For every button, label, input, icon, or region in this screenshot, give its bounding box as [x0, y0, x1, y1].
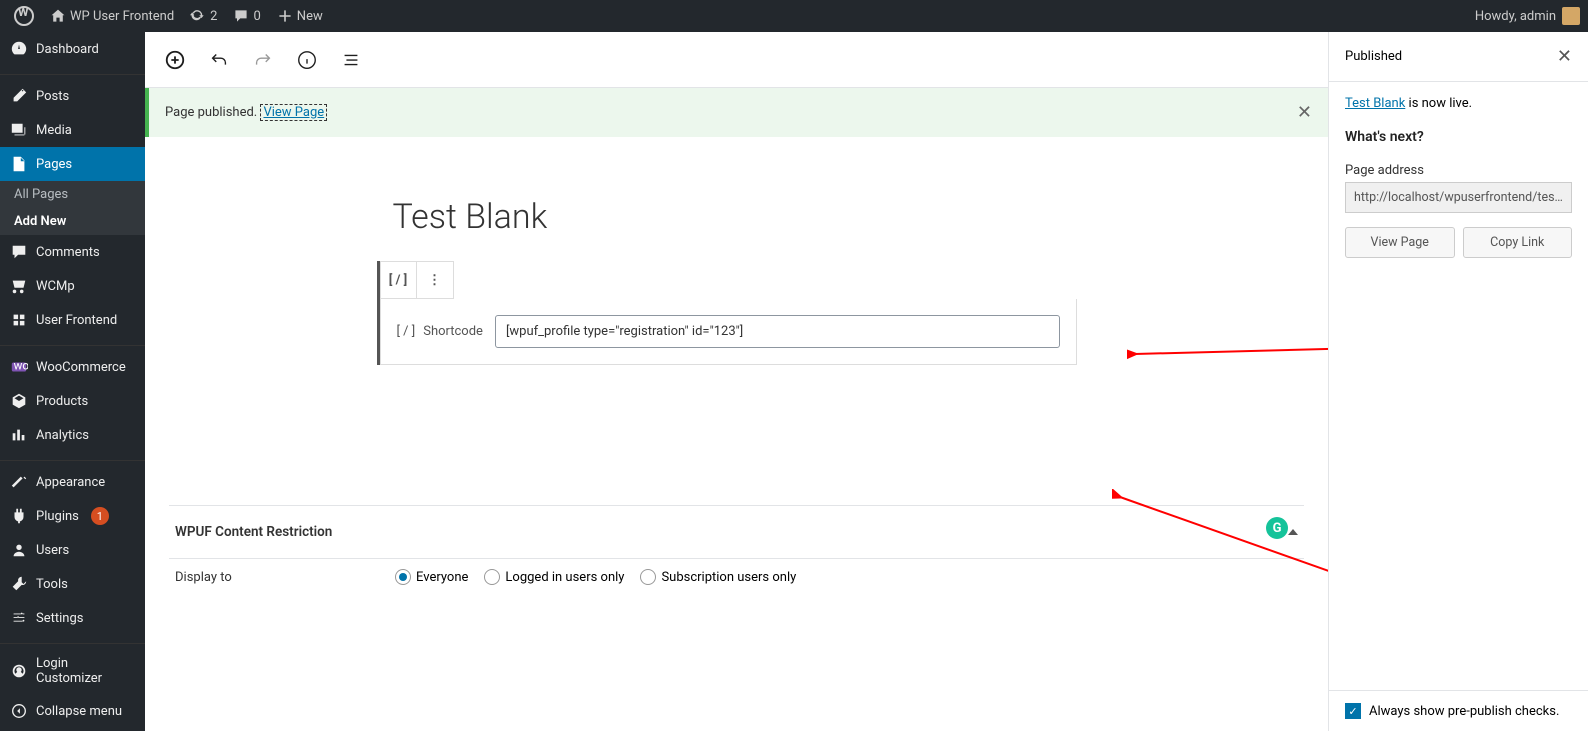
page-title[interactable]: Test Blank: [393, 197, 1077, 237]
admin-topbar: WP User Frontend 2 0 New Howdy, admin: [0, 0, 1588, 32]
page-address-label: Page address: [1345, 163, 1572, 178]
live-page-link[interactable]: Test Blank: [1345, 96, 1405, 111]
annotation-arrow-2: [1112, 489, 1329, 619]
submenu-all-pages[interactable]: All Pages: [0, 181, 145, 208]
menu-wcmp[interactable]: WCMp: [0, 269, 145, 303]
menu-comments[interactable]: Comments: [0, 235, 145, 269]
new-content[interactable]: New: [271, 8, 329, 24]
menu-pages[interactable]: Pages: [0, 147, 145, 181]
display-to-label: Display to: [175, 570, 355, 585]
comment-icon: [233, 8, 249, 24]
panel-close[interactable]: ✕: [1557, 46, 1572, 67]
shortcode-input[interactable]: [495, 315, 1060, 348]
publish-notice: Page published. View Page ✕: [145, 88, 1328, 137]
menu-products[interactable]: Products: [0, 384, 145, 418]
home-icon: [50, 8, 66, 24]
comments-link[interactable]: 0: [227, 8, 266, 24]
shortcode-block[interactable]: [ / ] ⋮ [ / ] Shortcode: [377, 261, 1077, 365]
view-page-button[interactable]: View Page: [1345, 227, 1455, 258]
editor-main: Page published. View Page ✕ Test Blank […: [145, 32, 1328, 731]
account-menu[interactable]: Howdy, admin: [1475, 7, 1580, 25]
whats-next-heading: What's next?: [1345, 129, 1572, 145]
updates-count: 2: [210, 9, 217, 24]
wp-logo[interactable]: [8, 6, 40, 26]
radio-subscription[interactable]: Subscription users only: [640, 569, 796, 585]
menu-media[interactable]: Media: [0, 113, 145, 147]
undo-button[interactable]: [201, 42, 237, 78]
menu-appearance[interactable]: Appearance: [0, 465, 145, 499]
shortcode-label: [ / ] Shortcode: [397, 324, 483, 339]
site-name: WP User Frontend: [70, 9, 174, 24]
menu-posts[interactable]: Posts: [0, 79, 145, 113]
annotation-arrow-1: [1127, 342, 1329, 372]
plugins-badge: 1: [91, 507, 109, 525]
live-message: Test Blank is now live.: [1345, 96, 1572, 111]
menu-woocommerce[interactable]: wooWooCommerce: [0, 350, 145, 384]
menu-login-customizer[interactable]: Login Customizer: [0, 648, 145, 694]
metabox-title: WPUF Content Restriction: [175, 524, 332, 540]
radio-loggedin[interactable]: Logged in users only: [484, 569, 624, 585]
page-address-field[interactable]: http://localhost/wpuserfrontend/test-...: [1345, 182, 1572, 213]
panel-title: Published: [1345, 49, 1402, 64]
info-button[interactable]: [289, 42, 325, 78]
menu-settings[interactable]: Settings: [0, 601, 145, 635]
notice-text: Page published.: [165, 105, 257, 120]
menu-dashboard[interactable]: Dashboard: [0, 32, 145, 66]
notice-close[interactable]: ✕: [1297, 102, 1312, 123]
publish-panel: Published ✕ Test Blank is now live. What…: [1328, 32, 1588, 731]
avatar: [1562, 7, 1580, 25]
block-more-icon[interactable]: ⋮: [417, 262, 453, 298]
menu-tools[interactable]: Tools: [0, 567, 145, 601]
menu-users[interactable]: Users: [0, 533, 145, 567]
updates[interactable]: 2: [184, 8, 223, 24]
menu-collapse[interactable]: Collapse menu: [0, 694, 145, 728]
redo-button[interactable]: [245, 42, 281, 78]
prepublish-label: Always show pre-publish checks.: [1369, 704, 1559, 719]
outline-button[interactable]: [333, 42, 369, 78]
view-page-link[interactable]: View Page: [260, 104, 327, 121]
admin-sidebar: Dashboard Posts Media Pages All Pages Ad…: [0, 32, 145, 731]
prepublish-checkbox[interactable]: ✓: [1345, 703, 1361, 719]
svg-text:woo: woo: [14, 359, 28, 373]
copy-link-button[interactable]: Copy Link: [1463, 227, 1573, 258]
howdy-text: Howdy, admin: [1475, 9, 1556, 24]
radio-everyone[interactable]: Everyone: [395, 569, 468, 585]
menu-user-frontend[interactable]: User Frontend: [0, 303, 145, 337]
menu-plugins[interactable]: Plugins1: [0, 499, 145, 533]
new-label: New: [297, 9, 323, 24]
block-type-icon[interactable]: [ / ]: [381, 262, 417, 298]
refresh-icon: [190, 8, 206, 24]
site-home[interactable]: WP User Frontend: [44, 8, 180, 24]
comments-count: 0: [253, 9, 260, 24]
submenu-add-new[interactable]: Add New: [0, 208, 145, 235]
menu-analytics[interactable]: Analytics: [0, 418, 145, 452]
plus-icon: [277, 8, 293, 24]
grammarly-icon[interactable]: G: [1266, 517, 1288, 539]
add-block-button[interactable]: [157, 42, 193, 78]
editor-toolbar: [145, 32, 1328, 88]
